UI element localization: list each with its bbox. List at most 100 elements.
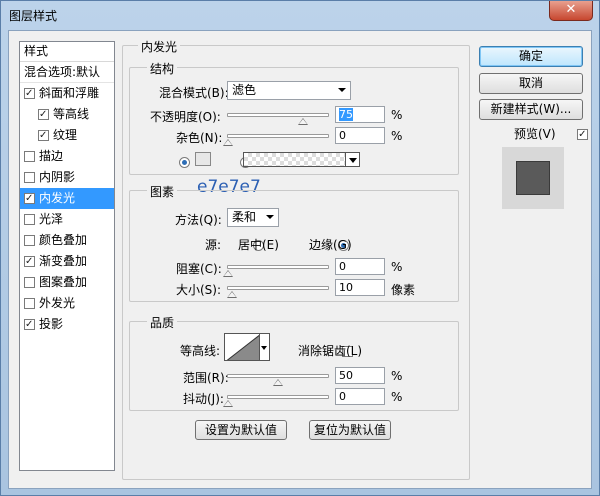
preview-checkbox[interactable]	[577, 129, 589, 140]
noise-label: 杂色(N):	[176, 131, 223, 145]
antialias-label[interactable]: 消除锯齿(L)	[298, 342, 362, 359]
style-item[interactable]: 内阴影	[20, 167, 114, 188]
style-item-checkbox[interactable]	[24, 214, 35, 225]
close-button[interactable]: ✕	[549, 1, 593, 21]
style-item-checkbox[interactable]	[24, 319, 35, 330]
style-item-label: 图案叠加	[39, 275, 88, 289]
blend-mode-value: 滤色	[232, 83, 257, 97]
styles-list: 样式 混合选项:默认 斜面和浮雕等高线纹理描边内阴影内发光光泽颜色叠加渐变叠加图…	[19, 41, 115, 471]
ok-button[interactable]: 确定	[479, 46, 583, 67]
opacity-slider-thumb[interactable]	[298, 118, 308, 125]
style-item-label: 斜面和浮雕	[39, 86, 100, 100]
choke-slider[interactable]	[223, 265, 329, 277]
size-input[interactable]: 10	[335, 279, 385, 296]
style-item[interactable]: 图案叠加	[20, 272, 114, 293]
contour-dropdown-button[interactable]	[260, 333, 270, 361]
style-item[interactable]: 投影	[20, 314, 114, 335]
jitter-label: 抖动(J):	[183, 392, 224, 406]
style-item-label: 投影	[39, 317, 64, 331]
style-item[interactable]: 颜色叠加	[20, 230, 114, 251]
style-item-checkbox[interactable]	[24, 172, 35, 183]
jitter-slider[interactable]	[223, 395, 329, 407]
style-item-checkbox[interactable]	[24, 151, 35, 162]
preview-swatch	[516, 161, 550, 195]
method-label: 方法(Q):	[175, 213, 222, 227]
style-item-label: 光泽	[39, 212, 64, 226]
contour-picker[interactable]	[224, 333, 260, 361]
style-item[interactable]: 光泽	[20, 209, 114, 230]
blend-options-item[interactable]: 混合选项:默认	[20, 62, 114, 83]
dialog-title: 图层样式	[9, 9, 58, 23]
noise-slider[interactable]	[223, 134, 329, 146]
style-item-checkbox[interactable]	[24, 235, 35, 246]
contour-curve-icon	[226, 334, 259, 360]
style-item[interactable]: 描边	[20, 146, 114, 167]
solid-color-radio[interactable]	[179, 157, 190, 168]
inner-glow-title: 内发光	[138, 38, 181, 55]
cancel-button[interactable]: 取消	[479, 73, 583, 94]
style-item[interactable]: 纹理	[20, 125, 114, 146]
choke-percent: %	[391, 260, 403, 274]
noise-value: 0	[339, 129, 346, 142]
range-slider[interactable]	[227, 374, 329, 386]
choke-slider-thumb[interactable]	[223, 270, 233, 277]
style-item-label: 内阴影	[39, 170, 76, 184]
range-input[interactable]: 50	[335, 367, 385, 384]
style-item-label: 颜色叠加	[39, 233, 88, 247]
chevron-down-icon	[261, 346, 267, 350]
set-default-button[interactable]: 设置为默认值	[195, 420, 287, 440]
gradient-picker[interactable]	[243, 152, 359, 167]
jitter-slider-thumb[interactable]	[223, 400, 233, 407]
style-item-checkbox[interactable]	[38, 109, 49, 120]
range-label: 范围(R):	[183, 371, 229, 385]
style-item-checkbox[interactable]	[24, 193, 35, 204]
style-item-label: 内发光	[39, 191, 76, 205]
contour-label: 等高线:	[180, 344, 221, 358]
style-item-checkbox[interactable]	[38, 130, 49, 141]
reset-default-button[interactable]: 复位为默认值	[309, 420, 391, 440]
close-icon: ✕	[565, 2, 577, 17]
style-item-checkbox[interactable]	[24, 256, 35, 267]
opacity-input[interactable]: 75	[335, 106, 385, 123]
blend-mode-select[interactable]: 滤色	[227, 81, 351, 100]
choke-label: 阻塞(C):	[176, 262, 222, 276]
opacity-slider[interactable]	[227, 113, 329, 125]
styles-header[interactable]: 样式	[20, 42, 114, 62]
jitter-input[interactable]: 0	[335, 388, 385, 405]
opacity-percent: %	[391, 108, 403, 122]
structure-title: 结构	[147, 60, 178, 77]
range-slider-thumb[interactable]	[273, 379, 283, 386]
title-bar[interactable]: 图层样式 ✕	[1, 1, 599, 29]
choke-input[interactable]: 0	[335, 258, 385, 275]
size-slider[interactable]	[227, 286, 329, 298]
glow-color-swatch[interactable]	[195, 152, 211, 166]
size-value: 10	[339, 281, 353, 294]
chevron-down-icon	[266, 215, 274, 219]
quality-title: 品质	[147, 314, 178, 331]
source-label: 源:	[205, 238, 222, 252]
new-style-button[interactable]: 新建样式(W)...	[479, 99, 583, 120]
blend-mode-label: 混合模式(B):	[159, 86, 229, 100]
style-item[interactable]: 内发光	[20, 188, 114, 209]
style-item[interactable]: 等高线	[20, 104, 114, 125]
style-item[interactable]: 外发光	[20, 293, 114, 314]
gradient-dropdown-button[interactable]	[345, 152, 360, 167]
dialog-client-area: 样式 混合选项:默认 斜面和浮雕等高线纹理描边内阴影内发光光泽颜色叠加渐变叠加图…	[8, 30, 592, 489]
source-edge-label[interactable]: 边缘(G)	[309, 236, 352, 253]
source-center-label[interactable]: 居中(E)	[238, 236, 279, 253]
noise-input[interactable]: 0	[335, 127, 385, 144]
range-percent: %	[391, 369, 403, 383]
size-slider-thumb[interactable]	[227, 291, 237, 298]
style-item-checkbox[interactable]	[24, 298, 35, 309]
chevron-down-icon	[338, 88, 346, 92]
style-item[interactable]: 斜面和浮雕	[20, 83, 114, 104]
style-item[interactable]: 渐变叠加	[20, 251, 114, 272]
method-select[interactable]: 柔和	[227, 208, 279, 227]
opacity-label: 不透明度(O):	[150, 110, 221, 124]
style-item-checkbox[interactable]	[24, 277, 35, 288]
style-item-label: 外发光	[39, 296, 76, 310]
preview-label[interactable]: 预览(V)	[514, 125, 556, 142]
style-item-checkbox[interactable]	[24, 88, 35, 99]
noise-slider-thumb[interactable]	[223, 139, 233, 146]
noise-percent: %	[391, 129, 403, 143]
